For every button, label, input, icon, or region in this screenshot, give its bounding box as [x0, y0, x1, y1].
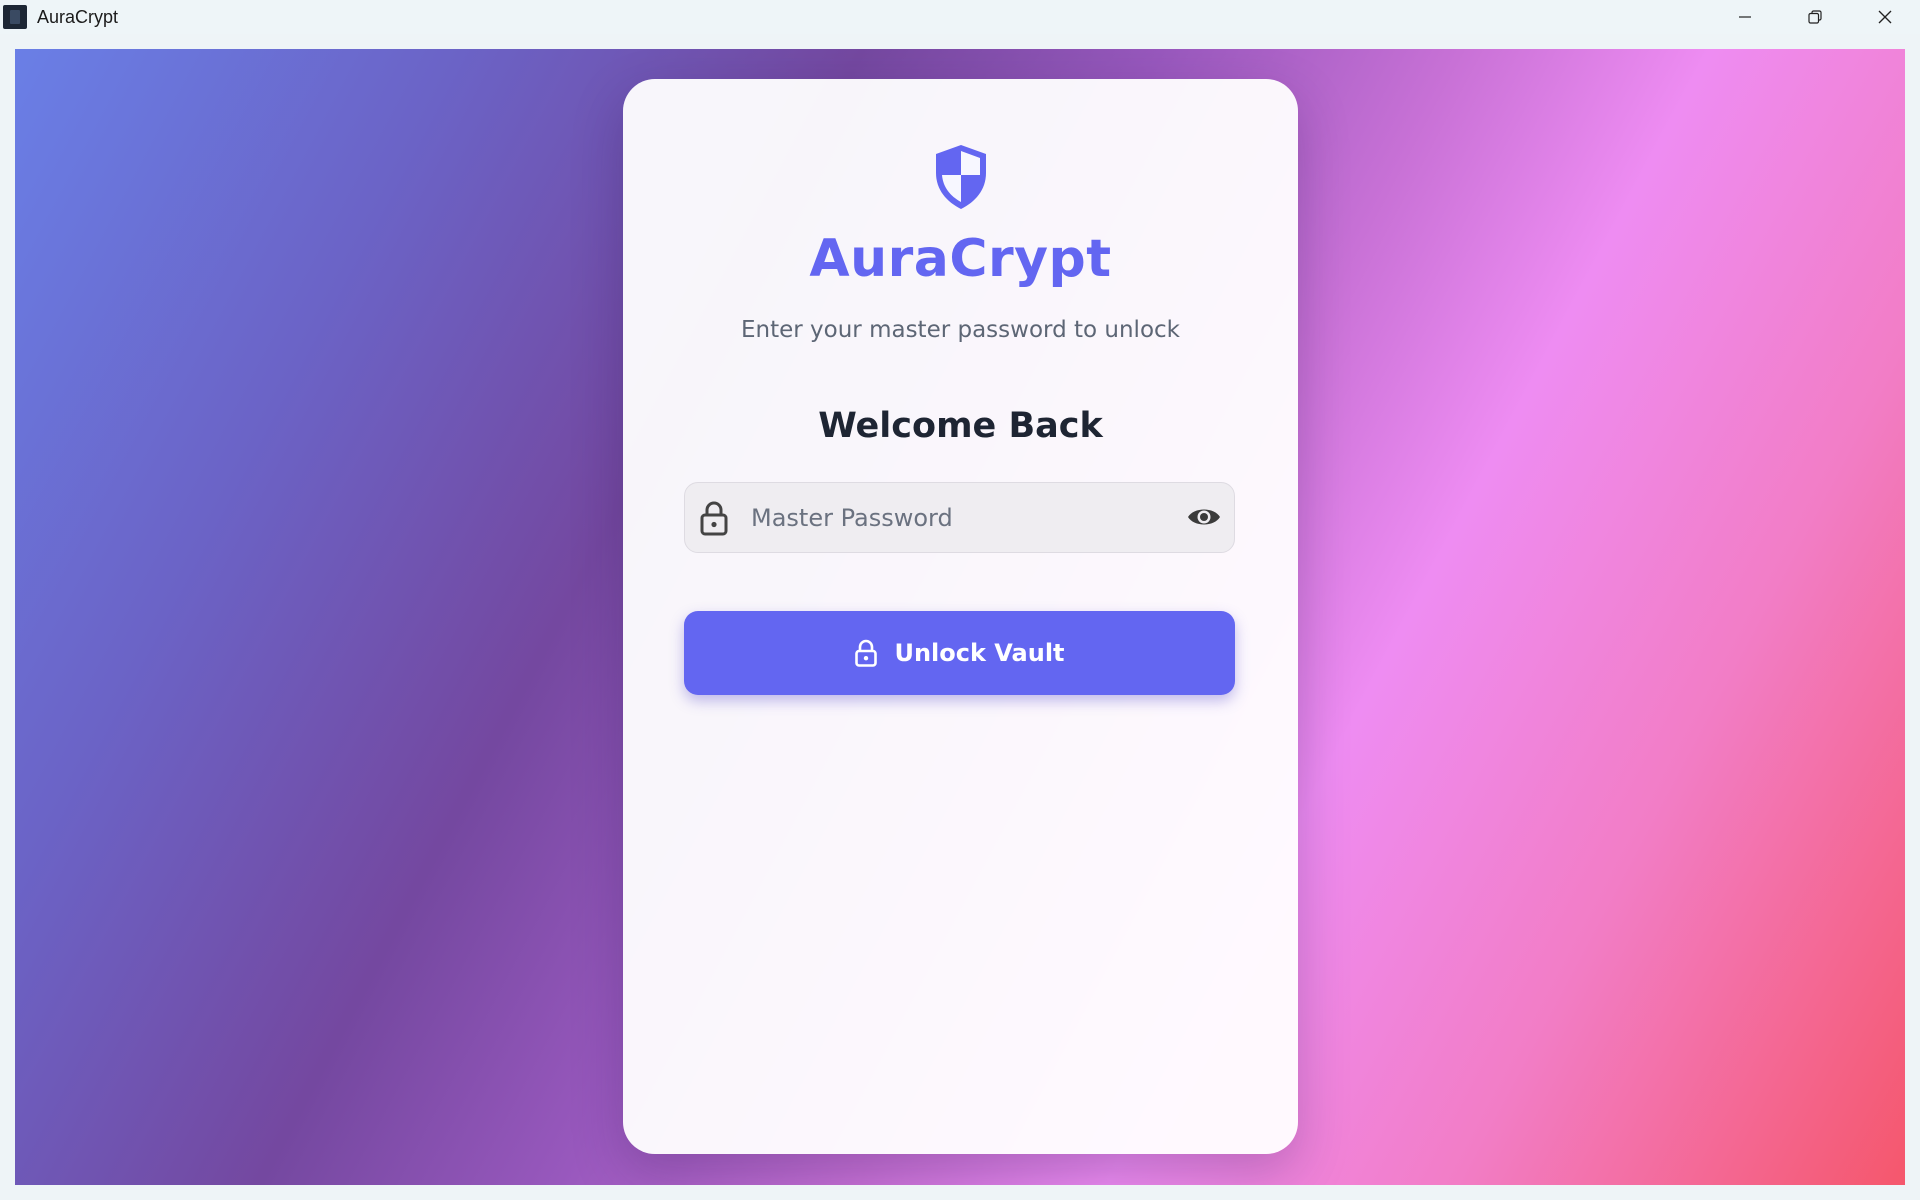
window-title: AuraCrypt [37, 6, 119, 27]
app-window: AuraCrypt AuraCrypt Enter your master pa… [0, 0, 1920, 1200]
window-controls [1710, 0, 1920, 34]
app-icon [3, 5, 27, 29]
minimize-button[interactable] [1710, 0, 1780, 34]
welcome-heading: Welcome Back [818, 406, 1103, 446]
title-bar[interactable]: AuraCrypt [0, 0, 1920, 34]
eye-icon[interactable] [1186, 502, 1222, 532]
login-card: AuraCrypt Enter your master password to … [623, 79, 1298, 1154]
restore-icon [1808, 10, 1822, 24]
close-icon [1878, 10, 1892, 24]
minimize-icon [1739, 16, 1751, 18]
lock-icon [700, 501, 728, 536]
brand-title: AuraCrypt [809, 229, 1112, 289]
shield-icon [936, 145, 986, 209]
master-password-field[interactable] [684, 482, 1235, 553]
master-password-input[interactable] [749, 483, 1163, 553]
unlock-subtitle: Enter your master password to unlock [741, 317, 1180, 343]
restore-button[interactable] [1780, 0, 1850, 34]
close-button[interactable] [1850, 0, 1920, 34]
unlock-vault-button[interactable]: Unlock Vault [684, 611, 1235, 695]
gradient-background: AuraCrypt Enter your master password to … [15, 49, 1905, 1185]
unlock-vault-label: Unlock Vault [894, 639, 1065, 667]
lock-icon [855, 639, 878, 667]
